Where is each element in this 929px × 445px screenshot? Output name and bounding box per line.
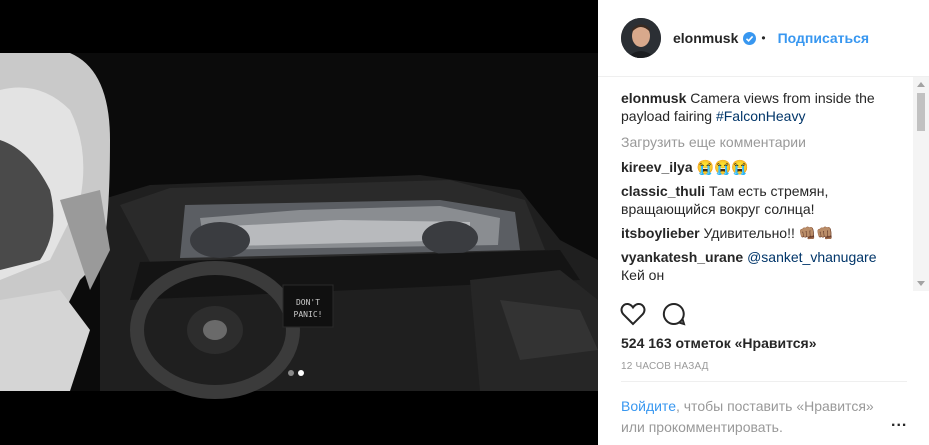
space-photo: DON'T PANIC! bbox=[0, 0, 598, 445]
carousel-indicator bbox=[288, 370, 304, 376]
post-media[interactable]: DON'T PANIC! bbox=[0, 0, 598, 445]
comments-list: elonmusk Camera views from inside the pa… bbox=[598, 77, 913, 291]
divider bbox=[621, 381, 907, 382]
comment-item: classic_thuli Там есть стремян, вращающи… bbox=[621, 182, 901, 218]
comment-mention[interactable]: @sanket_vhanugare bbox=[747, 249, 876, 265]
heart-icon[interactable] bbox=[620, 302, 646, 326]
comment-text: 😭😭😭 bbox=[696, 159, 749, 175]
comments-scrollbar[interactable] bbox=[913, 77, 929, 291]
post-panel: elonmusk • Подписаться elonmusk Camera v… bbox=[598, 0, 929, 445]
load-more-comments[interactable]: Загрузить еще комментарии bbox=[621, 134, 806, 150]
scroll-up-arrow-icon[interactable] bbox=[917, 82, 925, 87]
login-prompt: Войдите, чтобы поставить «Нравится» или … bbox=[621, 396, 881, 438]
dont-panic-sign-line2: PANIC! bbox=[294, 310, 323, 319]
post-username[interactable]: elonmusk bbox=[673, 30, 738, 46]
more-options-icon[interactable]: ... bbox=[891, 413, 907, 431]
comment-text: Кей он bbox=[621, 267, 665, 283]
comment-username[interactable]: kireev_ilya bbox=[621, 159, 693, 175]
comment-item: itsboylieber Удивительно!! 👊🏽👊🏽 bbox=[621, 224, 901, 242]
separator-bullet: • bbox=[761, 31, 766, 45]
comment-item: vyankatesh_urane @sanket_vhanugare Кей о… bbox=[621, 248, 901, 284]
login-link[interactable]: Войдите bbox=[621, 398, 676, 414]
caption-username[interactable]: elonmusk bbox=[621, 90, 686, 106]
carousel-dot-2[interactable] bbox=[298, 370, 304, 376]
scrollbar-thumb[interactable] bbox=[917, 93, 925, 131]
caption: elonmusk Camera views from inside the pa… bbox=[621, 89, 901, 125]
post-timestamp[interactable]: 12 ЧАСОВ НАЗАД bbox=[621, 361, 709, 372]
likes-count[interactable]: 524 163 отметок «Нравится» bbox=[621, 335, 817, 351]
avatar-image bbox=[621, 18, 661, 58]
comment-item: kireev_ilya 😭😭😭 bbox=[621, 158, 901, 176]
comment-username[interactable]: itsboylieber bbox=[621, 225, 700, 241]
caption-hashtag[interactable]: #FalconHeavy bbox=[716, 108, 806, 124]
comment-icon[interactable] bbox=[662, 302, 686, 326]
verified-badge-icon bbox=[743, 31, 757, 45]
dont-panic-sign-line1: DON'T bbox=[296, 298, 320, 307]
avatar[interactable] bbox=[621, 18, 661, 58]
comment-username[interactable]: classic_thuli bbox=[621, 183, 705, 199]
scroll-down-arrow-icon[interactable] bbox=[917, 281, 925, 286]
comment-text: Удивительно!! 👊🏽👊🏽 bbox=[703, 225, 834, 241]
post-actions bbox=[620, 302, 686, 326]
follow-button[interactable]: Подписаться bbox=[778, 30, 870, 46]
carousel-dot-1[interactable] bbox=[288, 370, 294, 376]
comment-username[interactable]: vyankatesh_urane bbox=[621, 249, 743, 265]
post-header: elonmusk • Подписаться bbox=[598, 0, 929, 77]
